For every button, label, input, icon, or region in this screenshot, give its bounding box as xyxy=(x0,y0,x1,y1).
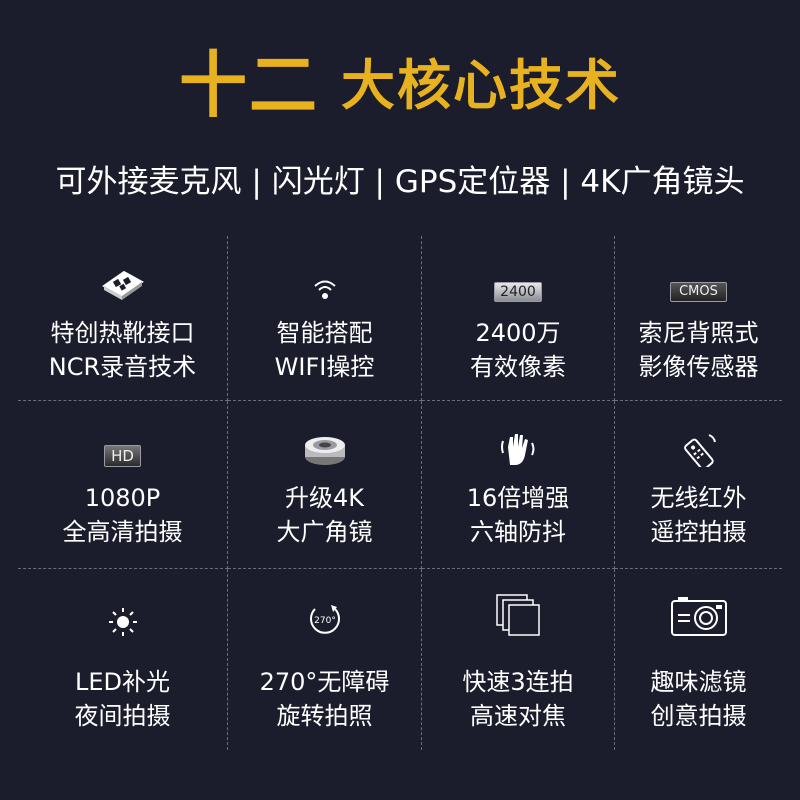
burst-frames-icon xyxy=(422,593,614,637)
sun-light-icon xyxy=(18,593,227,637)
page-title: 十二 大核心技术 xyxy=(0,44,800,128)
feature-line2: 创意拍摄 xyxy=(650,702,747,730)
feature-rotation: 270° 270°无障碍 旋转拍照 xyxy=(228,569,422,750)
feature-line2: WIFI操控 xyxy=(274,353,375,381)
title-text: 大核心技术 xyxy=(341,54,621,117)
cmos-sensor-icon: CMOS xyxy=(615,258,782,302)
feature-line1: 特创热靴接口 xyxy=(50,319,195,347)
feature-line2: 全高清拍摄 xyxy=(62,518,183,546)
feature-line1: 16倍增强 xyxy=(466,484,570,512)
feature-line2: NCR录音技术 xyxy=(48,353,197,381)
feature-stabilization: 16倍增强 六轴防抖 xyxy=(422,401,615,569)
rotate-270-icon: 270° xyxy=(228,593,421,637)
feature-line1: 无线红外 xyxy=(650,484,747,512)
feature-line2: 有效像素 xyxy=(470,353,566,381)
wifi-icon xyxy=(228,258,421,302)
hot-shoe-icon xyxy=(18,258,227,302)
feature-line2: 旋转拍照 xyxy=(276,702,373,730)
cmos-badge-text: CMOS xyxy=(670,282,727,302)
feature-hd: HD 1080P 全高清拍摄 xyxy=(18,401,228,569)
feature-line1: 智能搭配 xyxy=(276,319,373,347)
feature-remote: 无线红外 遥控拍摄 xyxy=(615,401,782,569)
feature-line2: 大广角镜 xyxy=(276,518,373,546)
feature-cmos: CMOS 索尼背照式 影像传感器 xyxy=(615,236,782,401)
feature-line1: 2400万 xyxy=(475,319,561,347)
feature-line1: LED补光 xyxy=(74,668,170,696)
feature-megapixel: 2400 2400万 有效像素 xyxy=(422,236,615,401)
feature-line2: 影像传感器 xyxy=(638,353,759,381)
rotate-270-label: 270° xyxy=(314,616,336,626)
feature-wide-angle: 升级4K 大广角镜 xyxy=(228,401,422,569)
hd-badge-text: HD xyxy=(104,445,141,467)
feature-burst: 快速3连拍 高速对焦 xyxy=(422,569,615,750)
feature-line2: 高速对焦 xyxy=(470,702,566,730)
feature-line1: 升级4K xyxy=(284,484,364,512)
shaking-hand-icon xyxy=(422,423,614,467)
remote-control-icon xyxy=(615,423,782,467)
feature-led: LED补光 夜间拍摄 xyxy=(18,569,228,750)
camera-icon xyxy=(615,593,782,637)
feature-hot-shoe: 特创热靴接口 NCR录音技术 xyxy=(18,236,228,401)
feature-line2: 六轴防抖 xyxy=(470,518,566,546)
page-subtitle: 可外接麦克风 | 闪光灯 | GPS定位器 | 4K广角镜头 xyxy=(55,164,745,200)
megapixel-badge-icon: 2400 xyxy=(422,258,614,302)
feature-line1: 270°无障碍 xyxy=(259,668,390,696)
feature-line1: 索尼背照式 xyxy=(638,319,759,347)
feature-line2: 遥控拍摄 xyxy=(650,518,747,546)
feature-wifi: 智能搭配 WIFI操控 xyxy=(228,236,422,401)
feature-line1: 1080P xyxy=(84,484,161,512)
wide-angle-lens-icon xyxy=(228,423,421,467)
title-number: 十二 xyxy=(178,44,319,128)
megapixel-badge-text: 2400 xyxy=(494,282,542,302)
hd-badge-icon: HD xyxy=(18,423,227,467)
feature-line1: 趣味滤镜 xyxy=(650,668,747,696)
feature-line2: 夜间拍摄 xyxy=(74,702,171,730)
feature-grid: 特创热靴接口 NCR录音技术 智能搭配 WIFI操控 2400 2400万 有效… xyxy=(18,236,782,750)
feature-filters: 趣味滤镜 创意拍摄 xyxy=(615,569,782,750)
feature-line1: 快速3连拍 xyxy=(462,668,574,696)
